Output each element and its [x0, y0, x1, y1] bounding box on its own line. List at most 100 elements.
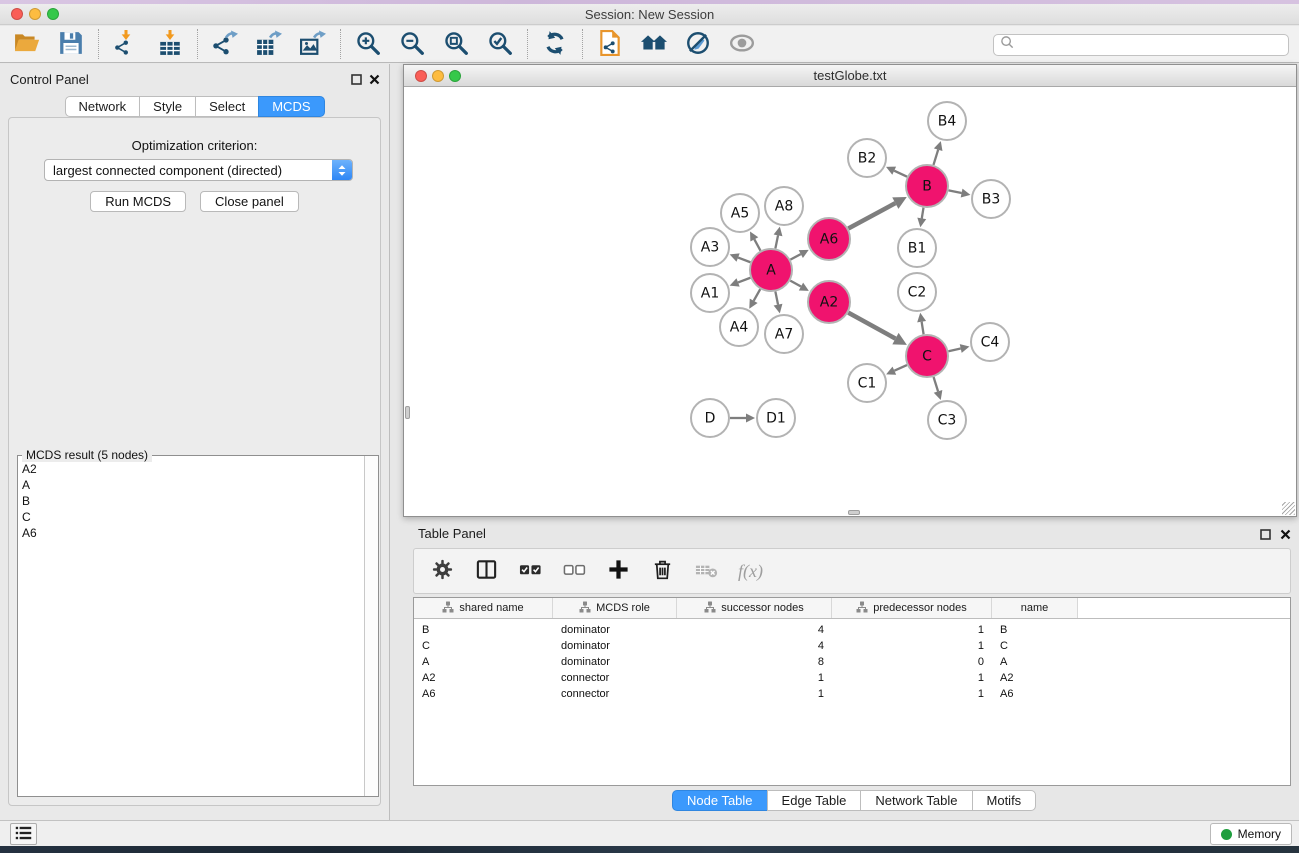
toolbar-search-input[interactable] [1019, 38, 1282, 52]
export-image-button[interactable] [298, 29, 328, 59]
table-cell: 8 [677, 656, 832, 668]
fx-icon: f(x) [736, 561, 763, 582]
close-window-button[interactable] [11, 8, 23, 20]
result-list-scrollbar[interactable] [364, 456, 378, 796]
task-history-button[interactable] [10, 823, 37, 845]
graph-edge-arrowhead [961, 189, 971, 198]
graph-edge-C-C4[interactable] [948, 349, 960, 352]
network-window-titlebar[interactable]: testGlobe.txt [404, 65, 1296, 87]
column-header-predecessor-nodes[interactable]: predecessor nodes [832, 598, 992, 618]
app-title: Session: New Session [0, 4, 1299, 25]
result-item[interactable]: A2 [22, 461, 363, 477]
graph-edge-C-C1[interactable] [894, 365, 907, 371]
zoom-in-button[interactable] [353, 29, 383, 59]
run-mcds-button[interactable]: Run MCDS [90, 191, 186, 212]
tab-network-table[interactable]: Network Table [860, 790, 972, 811]
open-session-button[interactable] [12, 29, 42, 59]
graph-edge-A2-C[interactable] [848, 313, 895, 339]
function-builder-button[interactable]: f(x) [736, 557, 763, 585]
result-item[interactable]: A [22, 477, 363, 493]
table-row[interactable]: A6connector11A6 [414, 686, 1290, 702]
tab-mcds[interactable]: MCDS [258, 96, 324, 117]
table-row[interactable]: Bdominator41B [414, 622, 1290, 638]
save-session-button[interactable] [56, 29, 86, 59]
close-mcds-panel-button[interactable]: Close panel [200, 191, 299, 212]
table-row[interactable]: A2connector11A2 [414, 670, 1290, 686]
unselect-all-columns-button[interactable] [560, 557, 588, 585]
zoom-out-button[interactable] [397, 29, 427, 59]
delete-table-button[interactable] [692, 557, 720, 585]
zoom-window-button[interactable] [47, 8, 59, 20]
graph-edge-B-B4[interactable] [933, 150, 938, 165]
column-header-shared-name[interactable]: shared name [414, 598, 553, 618]
network-canvas[interactable]: B4B2BB3A8A5A6A3B1AC2A1A2A4A7C4CC1C3DD1 [404, 88, 1296, 516]
minimize-window-button[interactable] [29, 8, 41, 20]
show-graphics-details-button[interactable] [727, 29, 757, 59]
column-header-name[interactable]: name [992, 598, 1078, 618]
tab-edge-table[interactable]: Edge Table [767, 790, 862, 811]
table-cell: A2 [414, 672, 553, 684]
network-minimize-button[interactable] [432, 70, 444, 82]
graph-edge-A-A7[interactable] [775, 292, 778, 305]
select-all-columns-button[interactable] [516, 557, 544, 585]
vertical-scrollbar-thumb[interactable] [405, 406, 410, 419]
export-table-icon [256, 30, 282, 59]
float-table-panel-button[interactable] [1259, 528, 1272, 541]
graph-edge-B-B1[interactable] [922, 208, 924, 219]
result-item[interactable]: C [22, 509, 363, 525]
graph-edge-A-A6[interactable] [790, 254, 800, 260]
graph-edge-B-B3[interactable] [949, 190, 962, 193]
column-header-MCDS-role[interactable]: MCDS role [553, 598, 677, 618]
graph-edge-C-C3[interactable] [934, 377, 938, 391]
export-table-button[interactable] [254, 29, 284, 59]
new-network-from-selection-button[interactable] [595, 29, 625, 59]
first-neighbors-button[interactable] [639, 29, 669, 59]
network-zoom-button[interactable] [449, 70, 461, 82]
graph-edge-A-A1[interactable] [738, 278, 750, 283]
tab-style[interactable]: Style [139, 96, 196, 117]
graph-edge-C-C2[interactable] [922, 322, 924, 335]
result-item[interactable]: B [22, 493, 363, 509]
zoom-fit-button[interactable] [441, 29, 471, 59]
table-cell: 1 [677, 688, 832, 700]
close-table-panel-button[interactable] [1279, 528, 1292, 541]
close-panel-button[interactable] [368, 73, 381, 86]
table-row[interactable]: Cdominator41C [414, 638, 1290, 654]
hide-graphics-details-button[interactable] [683, 29, 713, 59]
graph-edge-B-B2[interactable] [894, 171, 907, 177]
tab-network[interactable]: Network [64, 96, 140, 117]
table-settings-button[interactable] [428, 557, 456, 585]
toolbar-search-field[interactable] [993, 34, 1289, 56]
horizontal-scrollbar-thumb[interactable] [848, 510, 860, 515]
graph-edge-arrowhead [774, 304, 783, 314]
memory-button[interactable]: Memory [1210, 823, 1292, 845]
import-network-button[interactable] [111, 29, 141, 59]
resize-grip-icon[interactable] [1282, 502, 1295, 515]
float-panel-button[interactable] [350, 73, 363, 86]
mcds-result-list[interactable]: A2ABCA6 [18, 459, 363, 796]
graph-node-label-A3: A3 [701, 240, 719, 256]
column-header-successor-nodes[interactable]: successor nodes [677, 598, 832, 618]
create-column-button[interactable] [604, 557, 632, 585]
graph-edge-A-A2[interactable] [790, 281, 801, 287]
graph-edge-A-A8[interactable] [775, 235, 778, 248]
graph-edge-A-A4[interactable] [754, 289, 761, 301]
result-item[interactable]: A6 [22, 525, 363, 541]
tab-motifs[interactable]: Motifs [972, 790, 1037, 811]
table-row[interactable]: Adominator80A [414, 654, 1290, 670]
optimization-criterion-select[interactable]: largest connected component (directed) [44, 159, 353, 181]
table-cell: 1 [832, 688, 992, 700]
tab-select[interactable]: Select [195, 96, 259, 117]
graph-edge-A6-B[interactable] [848, 203, 895, 228]
toolbar-separator [582, 29, 583, 59]
graph-edge-A-A5[interactable] [754, 239, 760, 250]
graph-edge-A-A3[interactable] [738, 258, 750, 263]
zoom-selected-button[interactable] [485, 29, 515, 59]
import-table-button[interactable] [155, 29, 185, 59]
tab-node-table[interactable]: Node Table [672, 790, 768, 811]
show-columns-button[interactable] [472, 557, 500, 585]
refresh-button[interactable] [540, 29, 570, 59]
export-network-button[interactable] [210, 29, 240, 59]
network-close-button[interactable] [415, 70, 427, 82]
delete-column-button[interactable] [648, 557, 676, 585]
